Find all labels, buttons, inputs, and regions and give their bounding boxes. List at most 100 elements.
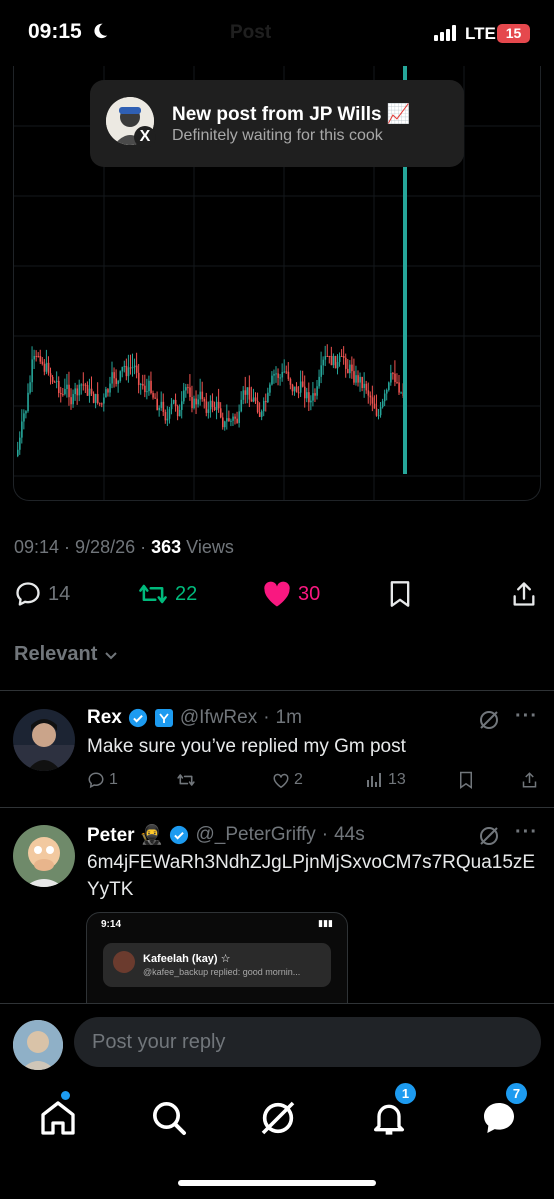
candle-body [80,384,83,386]
candle-body [252,397,255,402]
candle-body [19,437,21,450]
grok-icon[interactable] [258,1093,298,1143]
search-icon[interactable] [149,1093,189,1143]
chevron-down-icon [105,651,118,659]
avatar[interactable] [13,709,75,771]
candle-body [383,393,386,402]
candle-body [207,409,210,413]
reply-item[interactable]: Rex @IfwRex · 1m ··· Make sure you’ve re… [0,691,554,807]
candle-body [320,365,322,377]
candle-body [144,385,146,393]
candle-body [211,400,214,407]
candle-body [39,356,42,362]
candle-body [318,376,320,387]
grok-icon[interactable] [478,709,500,731]
reply-media-image[interactable]: 9:14 ▮▮▮ Kafeelah (kay) ☆ @kafee_backup … [86,912,348,1012]
notification-body: Definitely waiting for this cook [172,127,383,144]
candle-body [199,391,202,400]
candle-body [129,367,132,369]
candle-body [78,384,81,396]
reply-author-handle[interactable]: @_PeterGriffy [195,824,315,846]
candle-body [17,449,19,456]
candle-body [281,371,284,378]
candle-body [66,384,68,390]
candle-body [213,406,216,411]
post-views-count: 363 [151,537,182,557]
bookmark-button[interactable] [387,580,413,608]
candle-body [250,399,253,402]
signal-icon [434,25,456,41]
reply-reply-button[interactable]: 1 [87,771,118,789]
candle-body [279,377,281,379]
home-icon[interactable] [38,1093,78,1143]
candle-body [304,386,306,399]
reply-author-name[interactable]: Peter 🥷 [87,823,163,847]
embedded-notification-body: @kafee_backup replied: good mornin... [143,967,301,977]
candle-body [111,372,113,384]
candle-body [349,364,351,374]
candle-body [367,390,370,396]
candle-body [152,392,154,398]
candle-body [219,408,222,418]
candle-body [363,383,366,388]
candle-body [361,376,363,388]
candle-body [178,409,181,417]
candle-body [357,375,359,383]
candle-body [183,390,185,402]
avatar[interactable] [13,1020,63,1070]
reply-time: 44s [334,824,365,845]
reply-views-button[interactable]: 13 [366,771,406,789]
more-options-icon[interactable]: ··· [515,705,538,728]
candle-body [359,376,361,383]
candle-body [215,401,218,411]
candle-body [379,407,382,416]
reply-repost-button[interactable] [176,771,200,789]
candle-body [37,356,40,357]
candle-body [345,357,347,369]
candle-body [334,356,337,369]
candle-body [27,392,29,412]
candle-body [353,371,355,383]
reply-author-handle[interactable]: @IfwRex [180,707,257,729]
candle-body [271,375,273,385]
analytics-icon [367,773,381,787]
candle-body [260,411,263,417]
candle-body [156,398,158,411]
reply-icon [88,772,104,789]
reply-input[interactable] [74,1017,541,1067]
share-button[interactable] [511,580,537,608]
candle-body [51,376,54,382]
candle-body [326,356,329,357]
candle-body [140,383,142,386]
candle-body [160,401,163,408]
candle-body [340,356,343,357]
reply-author-name[interactable]: Rex [87,707,122,729]
candle-body [336,362,339,369]
reply-like-button[interactable]: 2 [272,771,303,789]
embedded-notification: Kafeelah (kay) ☆ @kafee_backup replied: … [103,943,331,987]
candle-body [338,356,341,363]
candle-body [351,364,353,372]
push-notification[interactable]: X New post from JP Wills 📈 Definitely wa… [90,80,464,167]
candle-body [103,397,105,404]
candle-body [189,387,191,398]
like-button[interactable]: 30 [262,580,320,608]
reply-button[interactable]: 14 [14,580,70,608]
grok-icon[interactable] [478,825,500,847]
candle-body [35,356,38,357]
more-options-icon[interactable]: ··· [515,821,538,844]
reply-like-count: 2 [294,771,303,788]
share-icon [513,582,535,606]
candle-body [398,382,400,393]
candle-body [82,384,85,386]
avatar[interactable] [13,825,75,887]
candle-body [322,359,325,366]
repost-icon [139,584,167,604]
embedded-notification-title: Kafeelah (kay) ☆ [143,953,231,965]
notifications-badge: 1 [395,1083,416,1104]
sort-replies-dropdown[interactable]: Relevant [14,643,119,666]
embedded-status-icons: ▮▮▮ [318,918,333,928]
bookmark-icon[interactable] [458,771,474,789]
share-icon[interactable] [521,771,538,789]
repost-button[interactable]: 22 [137,580,197,608]
